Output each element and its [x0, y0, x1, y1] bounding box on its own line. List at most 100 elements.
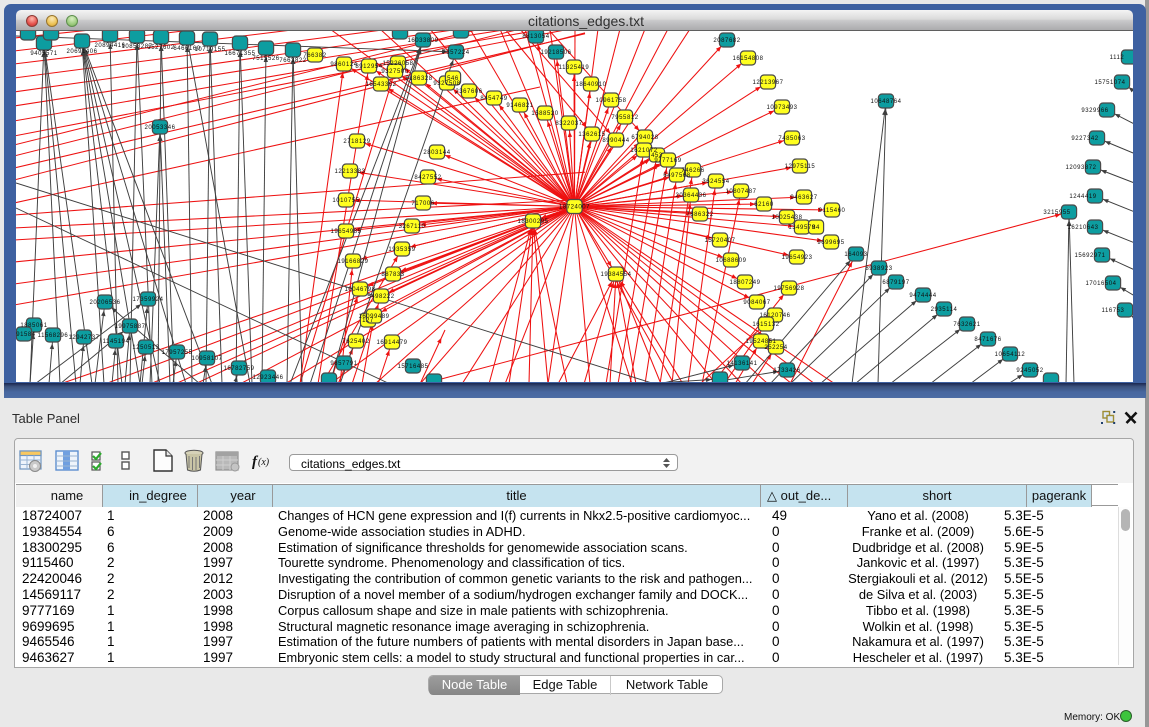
- svg-text:17359924: 17359924: [132, 297, 163, 303]
- svg-text:16671355: 16671355: [224, 51, 255, 57]
- svg-text:84: 84: [812, 225, 820, 231]
- svg-text:1615132: 1615132: [752, 322, 779, 328]
- svg-text:15720407: 15720407: [704, 238, 735, 244]
- svg-text:10719155: 10719155: [194, 47, 225, 53]
- svg-text:10025438: 10025438: [771, 215, 802, 221]
- svg-text:7955812: 7955812: [611, 115, 638, 121]
- svg-text:15692971: 15692971: [1074, 253, 1105, 259]
- svg-text:9857791: 9857791: [330, 361, 357, 367]
- svg-text:252254: 252254: [764, 345, 787, 351]
- svg-text:18300295: 18300295: [517, 219, 548, 225]
- svg-text:9084067: 9084067: [743, 300, 770, 306]
- svg-text:16782759: 16782759: [223, 366, 254, 372]
- svg-text:12923446: 12923446: [252, 375, 283, 381]
- svg-text:9699695: 9699695: [817, 240, 844, 246]
- svg-text:1244419: 1244419: [1069, 194, 1096, 200]
- svg-text:10046798: 10046798: [344, 287, 375, 293]
- svg-text:3267110: 3267110: [399, 224, 426, 230]
- svg-text:19975887: 19975887: [114, 324, 145, 330]
- svg-text:8912954: 8912954: [355, 64, 382, 70]
- svg-text:9146821: 9146821: [506, 103, 533, 109]
- svg-text:10688609: 10688609: [715, 258, 746, 264]
- svg-text:6879197: 6879197: [882, 280, 909, 286]
- svg-text:16120746: 16120746: [759, 313, 790, 319]
- svg-text:1733426: 1733426: [773, 368, 800, 374]
- svg-text:8938923: 8938923: [865, 266, 892, 272]
- svg-text:8427552: 8427552: [414, 175, 441, 181]
- svg-text:18640910: 18640910: [575, 82, 606, 88]
- svg-text:9474444: 9474444: [909, 293, 936, 299]
- svg-text:8471676: 8471676: [974, 337, 1001, 343]
- svg-text:8186328: 8186328: [405, 76, 432, 82]
- svg-text:1885061: 1885061: [20, 323, 47, 329]
- svg-text:9405571: 9405571: [30, 51, 57, 57]
- svg-text:20053346: 20053346: [144, 125, 175, 131]
- svg-text:2803144: 2803144: [423, 150, 450, 156]
- svg-text:62160: 62160: [754, 202, 774, 208]
- svg-text:15751074: 15751074: [1094, 80, 1125, 86]
- svg-text:19384554: 19384554: [600, 272, 631, 278]
- svg-text:164093: 164093: [844, 252, 867, 258]
- svg-text:9115460: 9115460: [819, 208, 846, 214]
- svg-text:1250513: 1250513: [132, 345, 159, 351]
- svg-text:2087682: 2087682: [713, 38, 740, 44]
- svg-text:10961758: 10961758: [595, 98, 626, 104]
- svg-text:8454749: 8454749: [480, 96, 507, 102]
- svg-text:11325419: 11325419: [559, 65, 590, 71]
- svg-text:17016504: 17016504: [1085, 281, 1116, 287]
- svg-text:10807487: 10807487: [725, 189, 756, 195]
- svg-text:9227342: 9227342: [1071, 136, 1098, 142]
- svg-text:1527602: 1527602: [147, 45, 174, 51]
- svg-text:16210643: 16210643: [1067, 225, 1098, 231]
- svg-text:9777169: 9777169: [654, 158, 681, 164]
- svg-text:7886322: 7886322: [686, 212, 713, 218]
- svg-text:746266: 746266: [681, 168, 704, 174]
- svg-text:7485063: 7485063: [778, 136, 805, 142]
- svg-text:10648764: 10648764: [870, 99, 901, 105]
- svg-text:19654923: 19654923: [781, 255, 812, 261]
- svg-text:19218506: 19218506: [540, 50, 571, 56]
- svg-text:1010755: 1010755: [332, 198, 359, 204]
- svg-text:2935114: 2935114: [931, 307, 958, 313]
- svg-text:9245052: 9245052: [1016, 368, 1043, 374]
- svg-text:12942737: 12942737: [68, 335, 99, 341]
- svg-text:20206536: 20206536: [89, 300, 120, 306]
- svg-text:3215955: 3215955: [1043, 210, 1070, 216]
- svg-text:9463627: 9463627: [790, 195, 817, 201]
- svg-text:1935359: 1935359: [388, 247, 415, 253]
- svg-text:(x): (x): [258, 457, 270, 468]
- svg-text:1588520: 1588520: [531, 111, 558, 117]
- svg-text:16154808: 16154808: [732, 56, 763, 62]
- svg-text:8322037: 8322037: [555, 121, 582, 127]
- svg-text:546: 546: [447, 76, 459, 82]
- svg-text:717006: 717006: [411, 201, 434, 207]
- svg-text:2718129: 2718129: [343, 139, 370, 145]
- svg-text:8813054: 8813054: [522, 34, 549, 40]
- svg-text:20364436: 20364436: [675, 193, 706, 199]
- svg-text:7625402: 7625402: [342, 339, 369, 345]
- svg-text:15716485: 15716485: [397, 364, 428, 370]
- svg-text:7632621: 7632621: [953, 322, 980, 328]
- svg-text:3624554: 3624554: [702, 179, 729, 185]
- svg-text:8990444: 8990444: [602, 138, 629, 144]
- svg-text:19166829: 19166829: [337, 259, 368, 265]
- svg-text:9327500: 9327500: [381, 69, 408, 75]
- svg-text:2367606: 2367606: [455, 89, 482, 95]
- svg-text:18807249: 18807249: [729, 280, 760, 286]
- svg-text:5498222: 5498222: [367, 294, 394, 300]
- svg-text:116753: 116753: [1102, 308, 1125, 314]
- svg-text:1145194: 1145194: [103, 339, 130, 345]
- svg-text:1112: 1112: [1110, 55, 1125, 61]
- svg-text:10958107: 10958107: [191, 356, 222, 362]
- svg-text:7357224: 7357224: [442, 50, 469, 56]
- svg-text:10654112: 10654112: [995, 352, 1026, 358]
- svg-text:19654985: 19654985: [330, 229, 361, 235]
- svg-text:12213967: 12213967: [752, 80, 783, 86]
- svg-text:10973493: 10973493: [766, 105, 797, 111]
- svg-text:9860124: 9860124: [330, 62, 357, 68]
- svg-text:12213383: 12213383: [334, 169, 365, 175]
- svg-text:19756928: 19756928: [773, 286, 804, 292]
- svg-text:16099489: 16099489: [358, 314, 389, 320]
- svg-text:17957255: 17957255: [161, 350, 192, 356]
- svg-text:16914479: 16914479: [376, 340, 407, 346]
